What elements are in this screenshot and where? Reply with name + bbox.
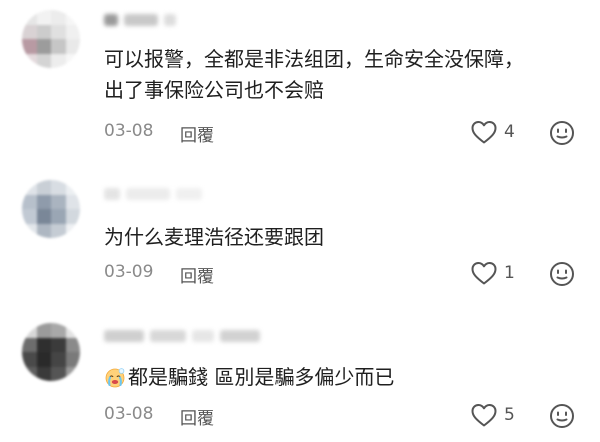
reply-button[interactable]: 回覆 [180,121,214,146]
comment-text: 可以报警，全都是非法组团，生命安全没保障， 出了事保险公司也不会赔 [104,47,524,102]
like-button[interactable]: 4 [470,119,515,145]
avatar[interactable] [22,180,80,238]
comment-date: 03-09 [104,262,154,282]
smiley-face-icon [550,121,574,145]
heart-outline-icon [471,121,497,144]
react-button[interactable] [549,261,575,287]
username-blurred[interactable] [104,14,176,30]
reply-button[interactable]: 回覆 [180,404,214,429]
like-button[interactable]: 5 [470,402,515,428]
like-button[interactable]: 1 [470,260,515,286]
reply-button[interactable]: 回覆 [180,262,214,287]
comment-text: 为什么麦理浩径还要跟团 [104,225,324,249]
like-count: 5 [504,405,515,425]
smiley-face-icon [550,262,574,286]
heart-outline-icon [471,404,497,427]
avatar[interactable] [22,323,80,381]
like-count: 4 [504,122,515,142]
react-button[interactable] [549,403,575,429]
username-blurred[interactable] [104,188,202,204]
comment-date: 03-08 [104,404,154,424]
comment-text-body: 都是騙錢 區別是騙多偏少而已 [128,365,395,389]
crying-face-emoji [105,368,125,388]
comment-date: 03-08 [104,121,154,141]
avatar[interactable] [22,10,80,68]
comment-text: 都是騙錢 區別是騙多偏少而已 [104,362,580,393]
like-count: 1 [504,263,515,283]
username-blurred[interactable] [104,330,260,346]
heart-outline-icon [471,262,497,285]
react-button[interactable] [549,120,575,146]
smiley-face-icon [550,404,574,428]
